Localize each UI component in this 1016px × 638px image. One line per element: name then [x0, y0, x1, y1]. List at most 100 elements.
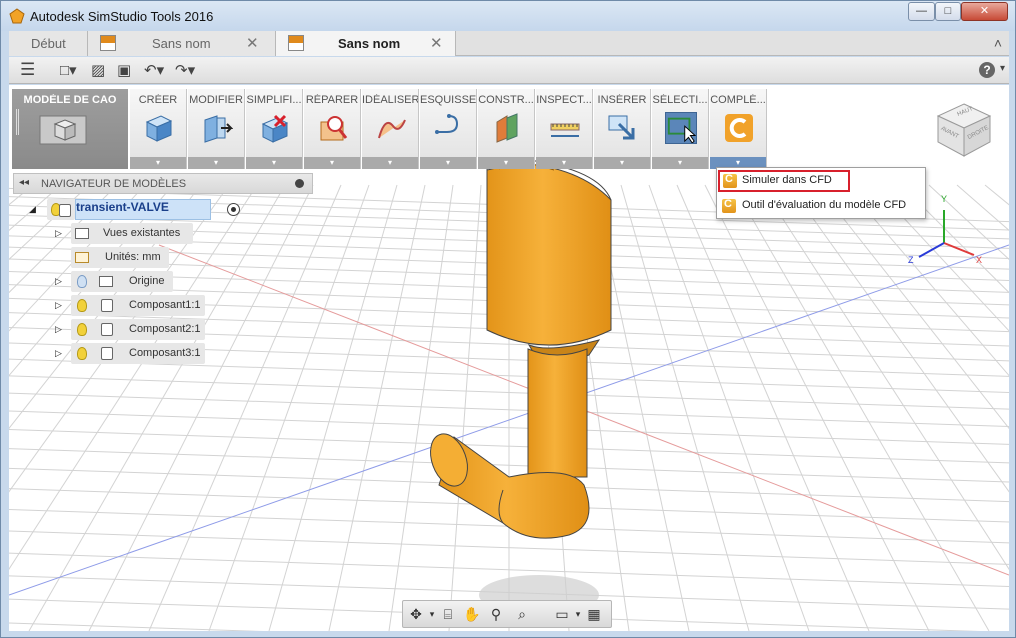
cad-model-workspace-button[interactable]: MODÈLE DE CAO	[12, 89, 128, 169]
ribbon-group-insert[interactable]: INSÉRER ▾	[594, 89, 651, 169]
ribbon-group-select[interactable]: SÉLECTI... ▾	[652, 89, 709, 169]
ribbon-dropdown-icon[interactable]: ▾	[188, 157, 244, 169]
minimize-browser-icon[interactable]	[295, 179, 304, 188]
visibility-bulb-icon[interactable]	[77, 299, 87, 312]
ribbon-group-addins[interactable]: COMPLÉ... ▾	[710, 89, 767, 169]
tab-label: Sans nom	[152, 36, 211, 51]
root-component-label: transient-VALVE	[76, 200, 169, 214]
ribbon-group-label: RÉPARER	[305, 94, 359, 106]
node-box: Composant3:1	[71, 343, 205, 364]
browser-item-composant2[interactable]: ▷ Composant2:1	[55, 319, 235, 341]
help-icon[interactable]: ?	[979, 62, 995, 78]
ribbon-group-label: CRÉER	[138, 94, 178, 106]
expand-arrow-icon[interactable]: ▷	[55, 324, 62, 335]
ribbon-group-create[interactable]: CRÉER ▾	[130, 89, 187, 169]
expand-arrow-icon[interactable]: ▷	[55, 348, 62, 359]
undo-icon[interactable]: ↶▾	[144, 61, 164, 79]
ribbon-group-idealize[interactable]: IDÉALISER ▾	[362, 89, 419, 169]
simplify-icon[interactable]	[259, 112, 291, 144]
tab-label: Début	[31, 36, 66, 51]
ribbon-dropdown-icon[interactable]: ▾	[478, 157, 534, 169]
fit-icon[interactable]: ⌕	[513, 605, 531, 623]
ribbon-dropdown-icon[interactable]: ▾	[362, 157, 418, 169]
folder-icon	[75, 228, 89, 239]
pan-icon[interactable]: ✋	[463, 605, 481, 623]
sketch-icon[interactable]	[433, 112, 465, 144]
ribbon-group-simplify[interactable]: SIMPLIFI... ▾	[246, 89, 303, 169]
collapse-icon[interactable]: ˄	[994, 35, 1002, 51]
new-document-icon[interactable]: □▾	[60, 61, 77, 79]
3d-viewport[interactable]: Y X Z HAUT AVANT DROITE MODÈLE DE CAO CR…	[9, 85, 1009, 631]
valve-model[interactable]	[424, 157, 612, 539]
select-icon[interactable]	[665, 112, 697, 144]
tab-debut[interactable]: Début	[9, 31, 88, 56]
ribbon-dropdown-icon[interactable]: ▾	[246, 157, 302, 169]
help-dropdown-icon[interactable]: ▾	[1000, 63, 1005, 74]
visibility-bulb-icon[interactable]	[77, 347, 87, 360]
cfd-model-assessment-menu-item[interactable]: Outil d'évaluation du modèle CFD	[718, 195, 924, 217]
browser-item-unites[interactable]: Unités: mm	[55, 247, 215, 269]
ribbon-group-label: MODIFIER	[189, 94, 243, 106]
box-icon[interactable]	[143, 112, 175, 144]
browser-item-composant3[interactable]: ▷ Composant3:1	[55, 343, 235, 365]
addin-icon[interactable]	[723, 112, 755, 144]
ribbon-dropdown-icon[interactable]: ▾	[536, 157, 592, 169]
zoom-icon[interactable]: ⚲	[487, 605, 505, 623]
node-label: Composant2:1	[129, 323, 201, 335]
ribbon-group-sketch[interactable]: ESQUISSE ▾	[420, 89, 477, 169]
ribbon-group-label: IDÉALISER	[362, 94, 418, 106]
activate-radio-icon[interactable]	[227, 203, 240, 216]
insert-icon[interactable]	[607, 112, 639, 144]
maximize-button[interactable]: □	[935, 2, 961, 21]
tab-label: Sans nom	[338, 36, 401, 51]
ribbon-grip-icon	[16, 109, 19, 135]
minimize-button[interactable]: —	[908, 2, 935, 21]
document-tab-bar: Début Sans nom ✕ Sans nom ✕ ˄	[9, 31, 1009, 56]
browser-item-origine[interactable]: ▷ Origine	[55, 271, 215, 293]
browser-root-node[interactable]: ◢ transient-VALVE	[29, 199, 249, 221]
axis-y-label: Y	[941, 194, 948, 204]
look-at-icon[interactable]: ⌸	[439, 605, 457, 623]
close-button[interactable]: ✕	[961, 2, 1008, 21]
expand-arrow-icon[interactable]: ◢	[29, 204, 36, 215]
cfd-icon	[723, 173, 737, 188]
addin-dropdown-menu: Simuler dans CFD Outil d'évaluation du m…	[716, 167, 926, 219]
grid-settings-icon[interactable]: ▦	[585, 605, 603, 623]
tab-sans-nom-2[interactable]: Sans nom ✕	[276, 31, 456, 56]
expand-arrow-icon[interactable]: ▷	[55, 300, 62, 311]
idealize-icon[interactable]	[375, 112, 407, 144]
root-component-name[interactable]: transient-VALVE	[75, 199, 211, 220]
save-icon[interactable]: ▣	[117, 61, 131, 79]
simulate-in-cfd-menu-item[interactable]: Simuler dans CFD	[718, 170, 850, 192]
open-folder-icon[interactable]: ▨	[91, 61, 105, 79]
expand-arrow-icon[interactable]: ▷	[55, 276, 62, 287]
repair-icon[interactable]	[317, 112, 349, 144]
browser-item-vues-existantes[interactable]: ▷ Vues existantes	[55, 223, 215, 245]
tab-sans-nom-1[interactable]: Sans nom ✕	[88, 31, 276, 56]
ribbon-group-modify[interactable]: MODIFIER ▾	[188, 89, 245, 169]
tab-close-icon[interactable]: ✕	[430, 34, 443, 52]
browser-item-composant1[interactable]: ▷ Composant1:1	[55, 295, 235, 317]
expand-arrow-icon[interactable]: ▷	[55, 228, 62, 239]
component-icon	[101, 299, 113, 312]
collapse-browser-icon[interactable]: ◂◂	[19, 177, 29, 188]
node-label: Origine	[129, 275, 165, 287]
ribbon-group-construct[interactable]: CONSTR... ▾	[478, 89, 535, 169]
redo-icon[interactable]: ↷▾	[175, 61, 195, 79]
tab-close-icon[interactable]: ✕	[246, 34, 259, 52]
ribbon-dropdown-icon[interactable]: ▾	[594, 157, 650, 169]
ribbon-group-inspect[interactable]: INSPECT... ▾	[536, 89, 593, 169]
node-box: Vues existantes	[71, 223, 193, 244]
visibility-bulb-icon[interactable]	[77, 275, 87, 288]
ribbon-dropdown-icon[interactable]: ▾	[130, 157, 186, 169]
ribbon-dropdown-icon[interactable]: ▾	[420, 157, 476, 169]
ribbon-dropdown-icon[interactable]: ▾	[304, 157, 360, 169]
inspect-icon[interactable]	[549, 112, 581, 144]
construct-icon[interactable]	[491, 112, 523, 144]
view-cube[interactable]: HAUT AVANT DROITE	[934, 100, 994, 160]
menu-icon[interactable]: ☰	[20, 60, 35, 80]
modify-icon[interactable]	[201, 112, 233, 144]
visibility-bulb-icon[interactable]	[77, 323, 87, 336]
ribbon-group-repair[interactable]: RÉPARER ▾	[304, 89, 361, 169]
ribbon-dropdown-icon[interactable]: ▾	[652, 157, 708, 169]
